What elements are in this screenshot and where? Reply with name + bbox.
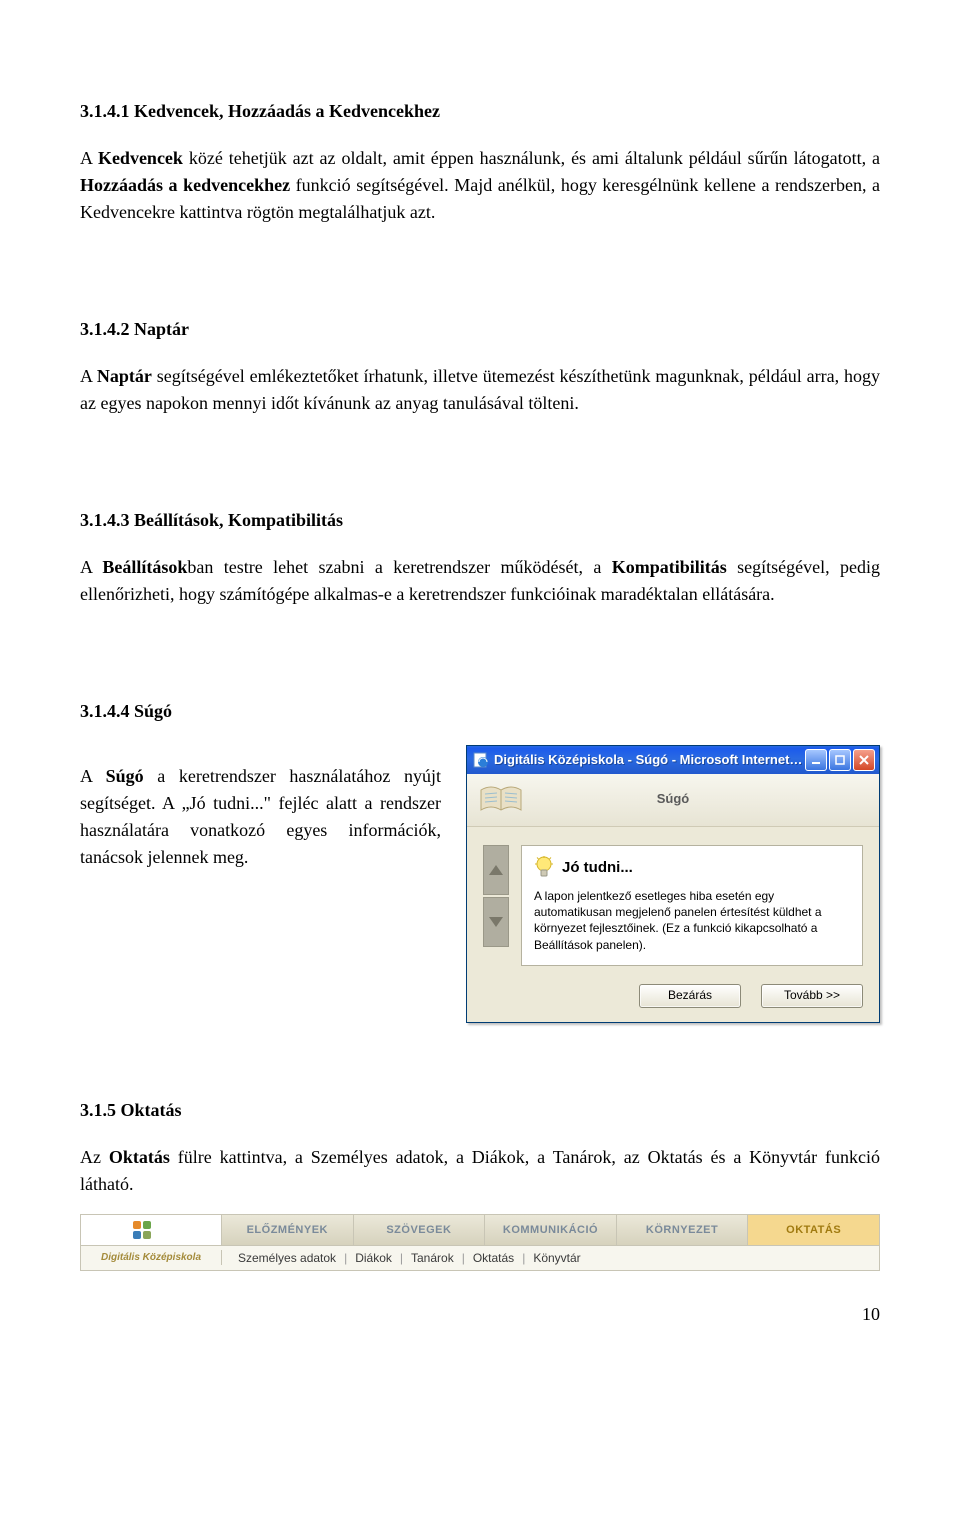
para-3-1-4-4: A Súgó a keretrendszer használatához nyú… [80,763,441,871]
heading-3-1-4-2: 3.1.4.2 Naptár [80,316,880,343]
window-maximize-button[interactable] [829,749,851,771]
text: A [80,366,97,386]
text: A [80,557,102,577]
tab-oktatas[interactable]: OKTATÁS [748,1215,879,1245]
window-close-button[interactable] [853,749,875,771]
term-beallitasok: Beállítások [102,557,187,577]
brand-label: Digitális Középiskola [81,1250,222,1265]
tip-box: Jó tudni... A lapon jelentkező esetleges… [521,845,863,966]
text: A [80,766,106,786]
help-nav-down-button[interactable] [483,897,509,947]
text: ban testre lehet szabni a keretrendszer … [187,557,611,577]
tab-kornyezet[interactable]: KÖRNYEZET [617,1215,749,1245]
lightbulb-icon [534,856,554,880]
para-3-1-4-1: A Kedvencek közé tehetjük azt az oldalt,… [80,145,880,226]
bottom-nav: ELŐZMÉNYEK SZÖVEGEK KOMMUNIKÁCIÓ KÖRNYEZ… [80,1214,880,1271]
subnav-diakok[interactable]: Diákok [347,1249,400,1267]
page-number: 10 [80,1301,880,1328]
ie-page-icon [473,752,489,768]
book-icon [477,780,525,818]
help-header: Súgó [467,774,879,827]
help-close-button[interactable]: Bezárás [639,984,741,1008]
help-nav-up-button[interactable] [483,845,509,895]
tab-kommunikacio[interactable]: KOMMUNIKÁCIÓ [485,1215,617,1245]
subnav-tanarok[interactable]: Tanárok [403,1249,462,1267]
subnav-szemelyes-adatok[interactable]: Személyes adatok [230,1249,344,1267]
tab-szovegek[interactable]: SZÖVEGEK [354,1215,486,1245]
para-3-1-4-2: A Naptár segítségével emlékeztetőket írh… [80,363,880,417]
tab-elozmenyek[interactable]: ELŐZMÉNYEK [222,1215,354,1245]
text: fülre kattintva, a Személyes adatok, a D… [80,1147,880,1194]
term-oktatas: Oktatás [109,1147,170,1167]
term-kompat: Kompatibilitás [612,557,727,577]
term-kedvencek: Kedvencek [98,148,183,168]
heading-3-1-4-4: 3.1.4.4 Súgó [80,698,880,725]
tip-body-text: A lapon jelentkező esetleges hiba esetén… [534,888,850,953]
text: A [80,148,98,168]
para-3-1-5: Az Oktatás fülre kattintva, a Személyes … [80,1144,880,1198]
subnav-oktatas[interactable]: Oktatás [465,1249,522,1267]
text: Az [80,1147,109,1167]
term-naptar: Naptár [97,366,152,386]
heading-3-1-4-1: 3.1.4.1 Kedvencek, Hozzáadás a Kedvencek… [80,98,880,125]
text: közé tehetjük azt az oldalt, amit éppen … [183,148,880,168]
help-window: Digitális Középiskola - Súgó - Microsoft… [466,745,880,1023]
help-next-button[interactable]: Tovább >> [761,984,863,1008]
window-title: Digitális Középiskola - Súgó - Microsoft… [494,750,805,770]
subnav-konyvtar[interactable]: Könyvtár [525,1249,588,1267]
window-title-bar[interactable]: Digitális Középiskola - Súgó - Microsoft… [467,746,879,774]
text: segítségével emlékeztetőket írhatunk, il… [80,366,880,413]
heading-3-1-5: 3.1.5 Oktatás [80,1097,880,1124]
term-hozzaadas: Hozzáadás a kedvencekhez [80,175,290,195]
help-header-title: Súgó [535,789,811,809]
tip-title: Jó tudni... [562,857,633,880]
para-3-1-4-3: A Beállításokban testre lehet szabni a k… [80,554,880,608]
logo-icon [81,1215,222,1245]
term-sugo: Súgó [106,766,144,786]
window-minimize-button[interactable] [805,749,827,771]
heading-3-1-4-3: 3.1.4.3 Beállítások, Kompatibilitás [80,507,880,534]
